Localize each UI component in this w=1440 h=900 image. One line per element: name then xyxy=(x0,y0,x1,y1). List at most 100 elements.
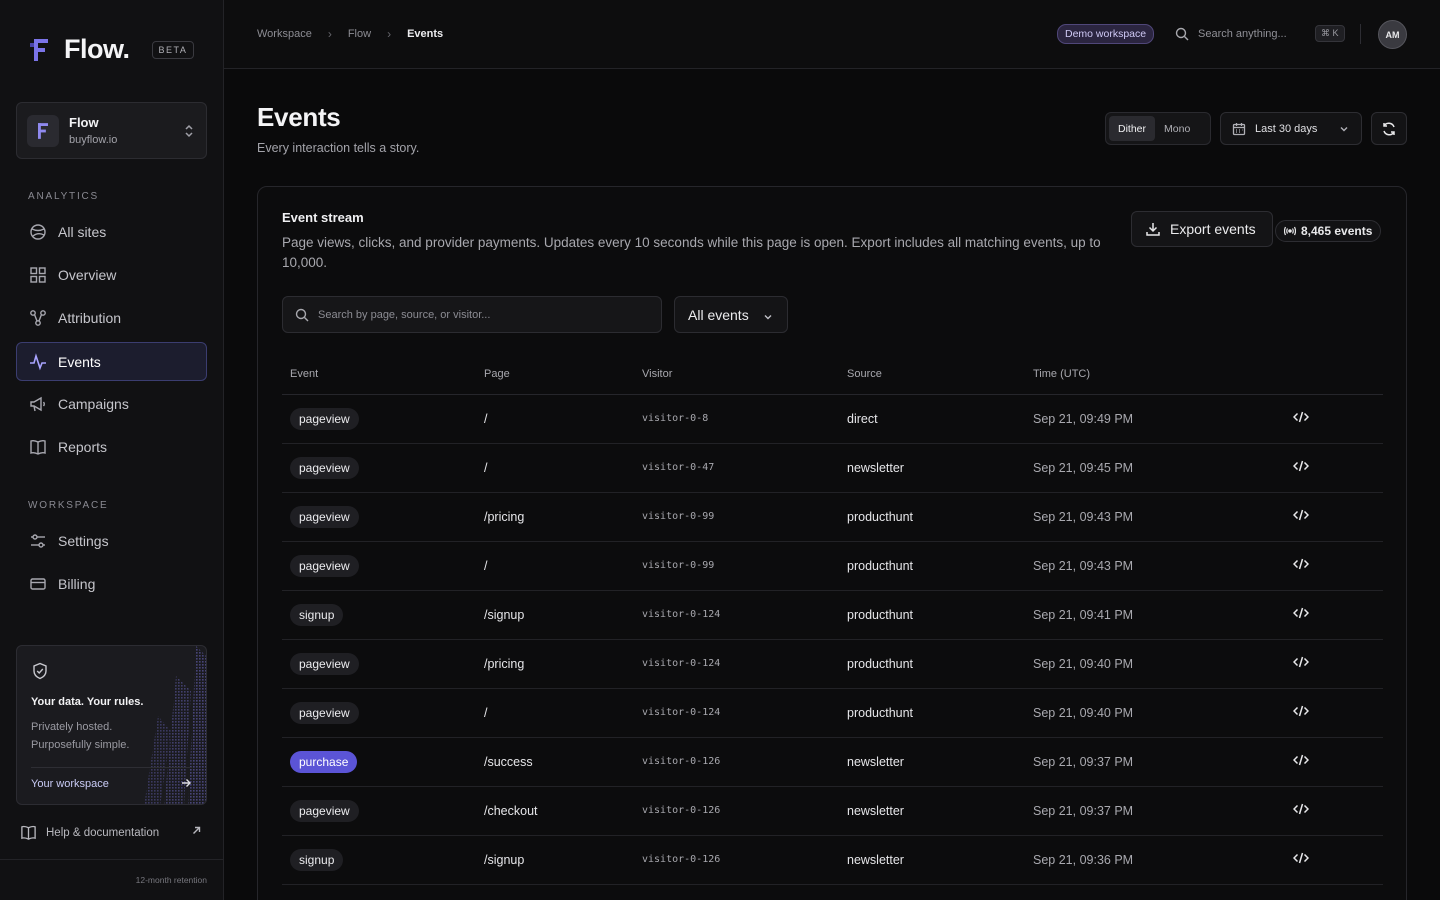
event-page: /pricing xyxy=(476,492,634,542)
toggle-dither[interactable]: Dither xyxy=(1109,116,1156,141)
event-source: newsletter xyxy=(839,786,1025,836)
code-icon[interactable] xyxy=(1292,411,1310,423)
global-search-placeholder: Search anything... xyxy=(1198,28,1287,40)
event-type-filter[interactable]: All events xyxy=(674,296,788,333)
column-header-event[interactable]: Event xyxy=(282,355,476,395)
event-type-filter-label: All events xyxy=(688,306,749,323)
event-source: newsletter xyxy=(839,443,1025,493)
event-source: direct xyxy=(839,394,1025,444)
sidebar-item-settings[interactable]: Settings xyxy=(16,521,207,560)
view-mode-toggle: Dither Mono xyxy=(1105,112,1211,145)
breadcrumb-workspace[interactable]: Workspace xyxy=(257,28,312,40)
promo-title: Your data. Your rules. xyxy=(31,696,144,708)
event-time: Sep 21, 09:43 PM xyxy=(1025,541,1285,591)
breadcrumb-events: Events xyxy=(407,28,444,40)
event-page: /checkout xyxy=(476,786,634,836)
event-time: Sep 21, 09:43 PM xyxy=(1025,492,1285,542)
site-switcher[interactable]: Flow buyflow.io xyxy=(16,102,207,159)
app-logo[interactable]: Flow. BETA xyxy=(30,34,195,65)
toggle-mono[interactable]: Mono xyxy=(1155,116,1199,141)
event-type-badge: purchase xyxy=(290,750,358,773)
event-page: /signup xyxy=(476,835,634,885)
sidebar-item-label: Attribution xyxy=(58,309,122,326)
event-source: producthunt xyxy=(839,541,1025,591)
arrow-right-icon[interactable] xyxy=(180,777,192,789)
table-row[interactable]: pageview /pricing visitor-0-99 producthu… xyxy=(282,492,1383,542)
page-subtitle: Every interaction tells a story. xyxy=(257,141,420,155)
code-icon[interactable] xyxy=(1292,558,1310,570)
event-search-input[interactable]: Search by page, source, or visitor... xyxy=(282,296,662,333)
column-header-visitor[interactable]: Visitor xyxy=(634,355,839,395)
user-avatar[interactable]: AM xyxy=(1378,20,1407,49)
event-visitor: visitor-0-99 xyxy=(634,492,839,542)
sidebar-item-attribution[interactable]: Attribution xyxy=(16,298,207,337)
sidebar-item-events[interactable]: Events xyxy=(16,342,207,381)
code-icon[interactable] xyxy=(1292,460,1310,472)
export-events-button[interactable]: Export events xyxy=(1131,211,1273,247)
refresh-button[interactable] xyxy=(1371,112,1407,145)
event-page: /signup xyxy=(476,590,634,640)
table-row[interactable]: signup /signup visitor-0-126 newsletter … xyxy=(282,835,1383,885)
table-row[interactable]: purchase /success visitor-0-126 newslett… xyxy=(282,737,1383,787)
table-row[interactable]: pageview /pricing visitor-0-124 producth… xyxy=(282,639,1383,689)
workspace-link[interactable]: Your workspace xyxy=(31,778,109,790)
site-domain: buyflow.io xyxy=(69,134,118,146)
event-page: /success xyxy=(476,737,634,787)
chevron-up-down-icon xyxy=(185,124,193,138)
code-icon[interactable] xyxy=(1292,803,1310,815)
sidebar-item-overview[interactable]: Overview xyxy=(16,255,207,294)
code-icon[interactable] xyxy=(1292,509,1310,521)
event-type-badge: pageview xyxy=(290,799,359,822)
date-range-picker[interactable]: Last 30 days xyxy=(1220,112,1362,145)
credit-card-icon xyxy=(30,577,46,590)
refresh-icon xyxy=(1383,121,1395,136)
code-icon[interactable] xyxy=(1292,607,1310,619)
help-label: Help & documentation xyxy=(46,826,160,839)
code-icon[interactable] xyxy=(1292,705,1310,717)
column-header-page[interactable]: Page xyxy=(476,355,634,395)
event-source: producthunt xyxy=(839,639,1025,689)
event-visitor: visitor-0-126 xyxy=(634,835,839,885)
table-row[interactable]: pageview /checkout visitor-0-126 newslet… xyxy=(282,786,1383,836)
divider xyxy=(1360,24,1361,44)
nodes-icon xyxy=(30,309,46,326)
event-stream-title: Event stream xyxy=(282,210,364,225)
sidebar-item-label: Settings xyxy=(58,532,109,549)
sidebar-item-label: Events xyxy=(58,353,101,370)
table-row[interactable]: signup /signup visitor-0-124 producthunt… xyxy=(282,590,1383,640)
help-documentation-link[interactable]: Help & documentation xyxy=(20,824,159,841)
site-avatar xyxy=(27,114,59,147)
chevron-down-icon xyxy=(1340,127,1348,132)
event-visitor: visitor-0-126 xyxy=(634,786,839,836)
sidebar-item-campaigns[interactable]: Campaigns xyxy=(16,384,207,423)
events-table: Event Page Visitor Source Time (UTC) pag… xyxy=(282,355,1383,885)
search-shortcut-hint: ⌘ K xyxy=(1315,25,1345,42)
sidebar-item-all-sites[interactable]: All sites xyxy=(16,212,207,251)
code-icon[interactable] xyxy=(1292,656,1310,668)
table-row[interactable]: pageview / visitor-0-47 newsletter Sep 2… xyxy=(282,443,1383,493)
breadcrumb-flow[interactable]: Flow xyxy=(348,28,371,40)
sidebar-item-reports[interactable]: Reports xyxy=(16,427,207,466)
app-name: Flow. xyxy=(64,34,130,64)
date-range-label: Last 30 days xyxy=(1255,122,1318,135)
global-search[interactable]: Search anything... xyxy=(1175,27,1287,41)
column-header-source[interactable]: Source xyxy=(839,355,1025,395)
retention-note: 12-month retention xyxy=(135,875,207,885)
table-row[interactable]: pageview / visitor-0-124 producthunt Sep… xyxy=(282,688,1383,738)
export-events-label: Export events xyxy=(1170,221,1256,237)
event-visitor: visitor-0-47 xyxy=(634,443,839,493)
sidebar: Flow. BETA Flow buyflow.io ANALYTICS All… xyxy=(0,0,224,900)
column-header-time[interactable]: Time (UTC) xyxy=(1025,355,1285,395)
event-time: Sep 21, 09:36 PM xyxy=(1025,835,1285,885)
code-icon[interactable] xyxy=(1292,852,1310,864)
table-row[interactable]: pageview / visitor-0-8 direct Sep 21, 09… xyxy=(282,394,1383,444)
code-icon[interactable] xyxy=(1292,754,1310,766)
divider xyxy=(0,859,223,860)
event-type-badge: pageview xyxy=(290,407,359,430)
sidebar-item-label: Billing xyxy=(58,575,96,592)
sidebar-item-billing[interactable]: Billing xyxy=(16,564,207,603)
live-signal-icon xyxy=(1284,226,1296,236)
event-time: Sep 21, 09:40 PM xyxy=(1025,639,1285,689)
table-row[interactable]: pageview / visitor-0-99 producthunt Sep … xyxy=(282,541,1383,591)
event-type-badge: signup xyxy=(290,848,344,871)
